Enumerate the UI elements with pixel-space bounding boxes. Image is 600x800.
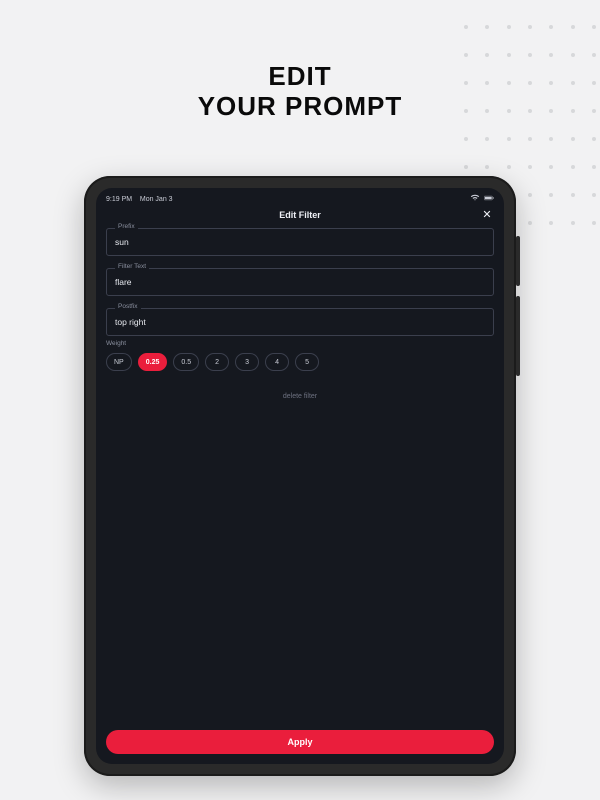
statusbar-left: 9:19 PM Mon Jan 3 <box>106 196 173 203</box>
weight-chip-4[interactable]: 4 <box>265 353 289 371</box>
close-icon[interactable]: ✕ <box>480 208 494 222</box>
headline-line-2: YOUR PROMPT <box>0 92 600 122</box>
filter-text-field[interactable]: Filter Text <box>106 268 494 296</box>
marketing-headline: EDIT YOUR PROMPT <box>0 62 600 122</box>
battery-icon <box>484 194 494 204</box>
screen-title: Edit Filter <box>96 210 504 220</box>
prefix-field[interactable]: Prefix <box>106 228 494 256</box>
weight-chip-NP[interactable]: NP <box>106 353 132 371</box>
apply-wrap: Apply <box>96 720 504 764</box>
weight-chip-2[interactable]: 2 <box>205 353 229 371</box>
weight-chip-row: NP 0.25 0.5 2345 <box>106 353 494 371</box>
postfix-field[interactable]: Postfix <box>106 308 494 336</box>
filter-form: Prefix Filter Text Postfix <box>96 228 504 336</box>
apply-button[interactable]: Apply <box>106 730 494 754</box>
weight-label: Weight <box>106 340 494 347</box>
delete-filter-button[interactable]: delete filter <box>283 393 317 400</box>
weight-chip-5[interactable]: 5 <box>295 353 319 371</box>
weight-chip-3[interactable]: 3 <box>235 353 259 371</box>
prefix-label: Prefix <box>115 223 138 230</box>
postfix-input[interactable] <box>115 317 485 327</box>
prefix-input[interactable] <box>115 237 485 247</box>
postfix-label: Postfix <box>115 303 141 310</box>
tablet-device-frame: 9:19 PM Mon Jan 3 Edit Filter ✕ Prefix <box>84 176 516 776</box>
statusbar-date: Mon Jan 3 <box>140 196 173 203</box>
statusbar-time: 9:19 PM <box>106 196 132 203</box>
weight-chip-0.5[interactable]: 0.5 <box>173 353 199 371</box>
title-bar: Edit Filter ✕ <box>96 206 504 228</box>
filter-text-label: Filter Text <box>115 263 149 270</box>
wifi-icon <box>470 194 480 204</box>
statusbar-right <box>470 194 494 204</box>
filter-text-input[interactable] <box>115 277 485 287</box>
weight-chip-0.25[interactable]: 0.25 <box>138 353 168 371</box>
status-bar: 9:19 PM Mon Jan 3 <box>96 188 504 206</box>
headline-line-1: EDIT <box>0 62 600 92</box>
weight-section: Weight NP 0.25 0.5 2345 <box>96 336 504 371</box>
app-screen: 9:19 PM Mon Jan 3 Edit Filter ✕ Prefix <box>96 188 504 764</box>
delete-row: delete filter <box>96 385 504 403</box>
